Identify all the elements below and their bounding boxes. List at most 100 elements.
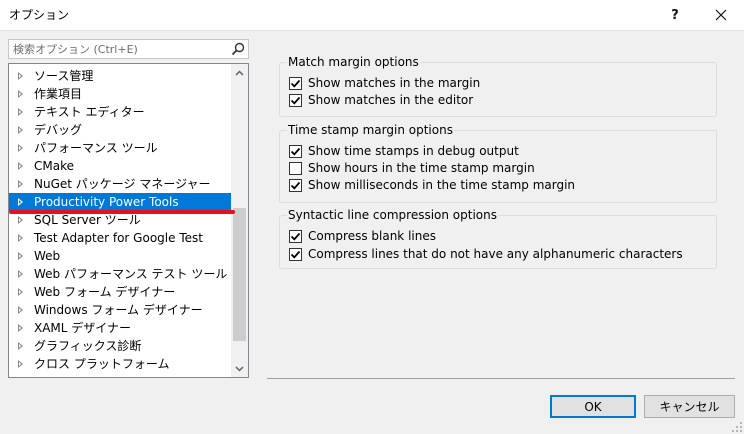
tree-item-label: テキスト エディター — [34, 105, 145, 119]
expand-arrow-icon[interactable] — [18, 126, 23, 134]
ok-button[interactable]: OK — [550, 395, 636, 418]
expand-arrow-icon[interactable] — [18, 342, 23, 350]
tree-item-label: Productivity Power Tools — [34, 195, 179, 209]
expand-arrow-icon[interactable] — [18, 162, 23, 170]
option-compress-blank[interactable]: Compress blank lines — [289, 228, 436, 244]
tree-item-label: NuGet パッケージ マネージャー — [34, 177, 211, 191]
expand-arrow-icon[interactable] — [18, 180, 23, 188]
expand-arrow-icon[interactable] — [18, 90, 23, 98]
option-show-hours[interactable]: Show hours in the time stamp margin — [289, 160, 535, 176]
tree-item[interactable]: デバッグ — [9, 121, 231, 139]
group-match-margin: Match margin options Show matches in the… — [279, 55, 717, 117]
scroll-down-button[interactable] — [231, 360, 248, 377]
option-show-time-stamps[interactable]: Show time stamps in debug output — [289, 143, 519, 159]
checkbox[interactable] — [289, 247, 302, 261]
option-label: Show matches in the margin — [308, 76, 481, 90]
tree-item-label: CMake — [34, 159, 74, 173]
annotation-underline — [9, 210, 235, 214]
checkbox[interactable] — [289, 161, 302, 175]
tree-item-label: Web — [34, 249, 61, 263]
option-label: Show matches in the editor — [308, 93, 474, 107]
close-icon — [715, 9, 727, 21]
checkbox[interactable] — [289, 229, 302, 243]
tree-item-label: ソース管理 — [34, 69, 94, 83]
tree-item-label: Test Adapter for Google Test — [34, 231, 203, 245]
expand-arrow-icon[interactable] — [18, 108, 23, 116]
tree-item[interactable]: Web パフォーマンス テスト ツール — [9, 265, 231, 283]
checkbox[interactable] — [289, 178, 302, 192]
group-title: Time stamp margin options — [287, 123, 454, 137]
scroll-thumb[interactable] — [233, 208, 246, 341]
option-show-matches-editor[interactable]: Show matches in the editor — [289, 92, 473, 108]
options-tree[interactable]: ソース管理作業項目テキスト エディター デバッグパフォーマンス ツール CMake N… — [8, 63, 249, 378]
close-button[interactable] — [698, 0, 744, 30]
option-label: Show milliseconds in the time stamp marg… — [308, 178, 576, 192]
help-button[interactable]: ? — [652, 0, 698, 30]
expand-arrow-icon[interactable] — [18, 252, 23, 260]
option-show-matches-margin[interactable]: Show matches in the margin — [289, 75, 480, 91]
expand-arrow-icon[interactable] — [18, 288, 23, 296]
checkmark-icon — [290, 79, 301, 88]
tree-item-label: デバッグ — [34, 123, 83, 137]
option-label: Compress lines that do not have any alph… — [308, 247, 683, 261]
tree-item[interactable]: Test Adapter for Google Test — [9, 229, 231, 247]
tree-item[interactable]: Windows フォーム デザイナー — [9, 301, 231, 319]
tree-item[interactable]: パフォーマンス ツール — [9, 139, 231, 157]
group-syntactic-compression: Syntactic line compression options Compr… — [279, 208, 717, 269]
expand-arrow-icon[interactable] — [18, 144, 23, 152]
tree-item[interactable]: XAML デザイナー — [9, 319, 231, 337]
expand-arrow-icon[interactable] — [18, 324, 23, 332]
search-input[interactable] — [9, 40, 233, 58]
tree-item-label: Windows フォーム デザイナー — [34, 303, 203, 317]
search-box[interactable] — [8, 39, 249, 59]
tree-item[interactable]: NuGet パッケージ マネージャー — [9, 175, 231, 193]
expand-arrow-icon[interactable] — [18, 360, 23, 368]
expand-arrow-icon[interactable] — [18, 306, 23, 314]
chevron-down-icon — [235, 365, 244, 372]
tree-item[interactable]: CMake — [9, 157, 231, 175]
group-title: Match margin options — [287, 55, 420, 69]
resize-grip-icon[interactable] — [732, 422, 742, 432]
tree-item-label: Web フォーム デザイナー — [34, 285, 176, 299]
checkbox[interactable] — [289, 93, 302, 107]
tree-item[interactable]: クロス プラットフォーム — [9, 355, 231, 373]
tree-list: ソース管理作業項目テキスト エディター デバッグパフォーマンス ツール CMake N… — [9, 67, 231, 373]
checkmark-icon — [290, 181, 301, 190]
option-label: Show time stamps in debug output — [308, 144, 519, 158]
checkmark-icon — [290, 96, 301, 105]
tree-item-label: XAML デザイナー — [34, 321, 132, 335]
tree-item[interactable]: Productivity Power Tools — [9, 193, 231, 211]
group-time-stamp-margin: Time stamp margin options Show time stam… — [279, 123, 717, 203]
checkbox[interactable] — [289, 144, 302, 158]
tree-item-label: 作業項目 — [34, 87, 83, 101]
tree-item[interactable]: グラフィックス診断 — [9, 337, 231, 355]
search-icon[interactable] — [231, 42, 245, 56]
tree-item[interactable]: テキスト エディター — [9, 103, 231, 121]
tree-item-label: グラフィックス診断 — [34, 339, 142, 353]
expand-arrow-icon[interactable] — [18, 72, 23, 80]
option-compress-non-alnum[interactable]: Compress lines that do not have any alph… — [289, 246, 683, 262]
title-bar: オプション ? — [0, 0, 744, 31]
checkbox[interactable] — [289, 76, 302, 90]
expand-arrow-icon[interactable] — [18, 216, 23, 224]
tree-item[interactable]: Web フォーム デザイナー — [9, 283, 231, 301]
tree-item[interactable]: ソース管理 — [9, 67, 231, 85]
scroll-up-button[interactable] — [231, 64, 248, 81]
checkmark-icon — [290, 250, 301, 259]
expand-arrow-icon[interactable] — [18, 198, 23, 206]
tree-item[interactable]: Web — [9, 247, 231, 265]
checkmark-icon — [290, 232, 301, 241]
tree-scrollbar[interactable] — [231, 64, 248, 377]
separator — [267, 378, 735, 379]
tree-item-label: パフォーマンス ツール — [34, 141, 158, 155]
expand-arrow-icon[interactable] — [18, 270, 23, 278]
option-label: Show hours in the time stamp margin — [308, 161, 535, 175]
checkmark-icon — [290, 147, 301, 156]
expand-arrow-icon[interactable] — [18, 234, 23, 242]
option-label: Compress blank lines — [308, 229, 436, 243]
tree-item[interactable]: 作業項目 — [9, 85, 231, 103]
option-show-milliseconds[interactable]: Show milliseconds in the time stamp marg… — [289, 177, 575, 193]
group-title: Syntactic line compression options — [287, 208, 498, 222]
cancel-button[interactable]: キャンセル — [644, 395, 735, 418]
chevron-up-icon — [235, 69, 244, 76]
